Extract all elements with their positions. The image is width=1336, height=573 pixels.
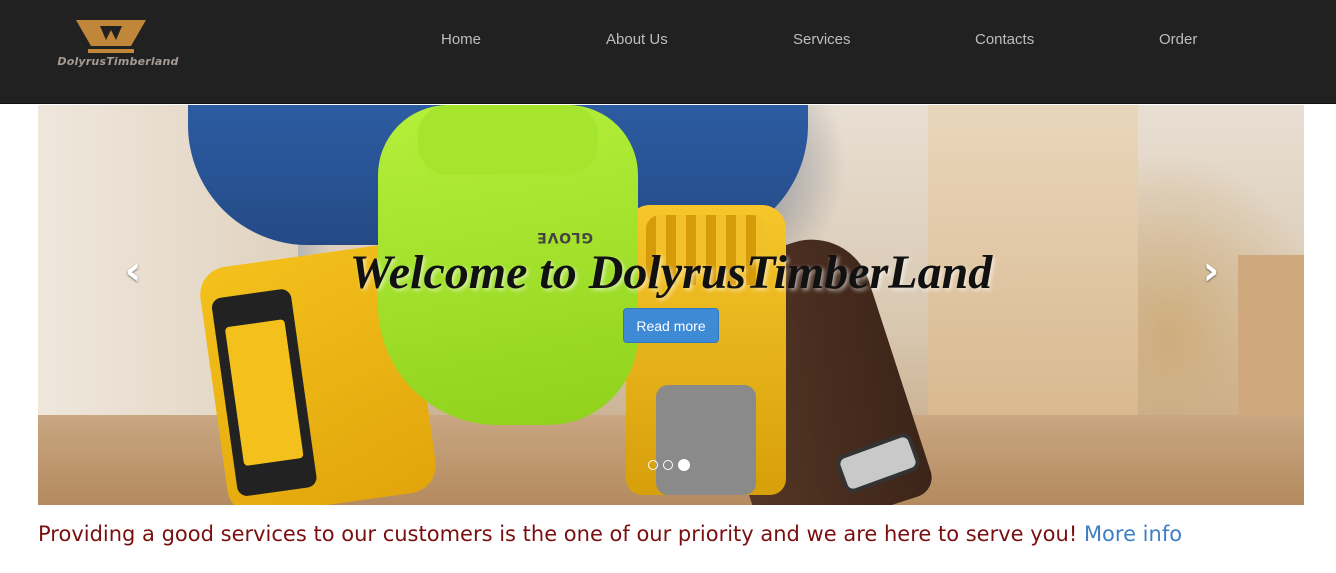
hero-title: Welcome to DolyrusTimberLand <box>349 246 993 299</box>
nav-order[interactable]: Order <box>1159 31 1197 48</box>
carousel-indicators <box>648 458 698 472</box>
carousel-prev-button[interactable]: ‹ <box>113 251 153 291</box>
drill-grip <box>656 385 756 495</box>
carousel-indicator-1[interactable] <box>648 460 658 470</box>
nav-services[interactable]: Services <box>793 31 851 48</box>
brand-logo[interactable]: DolyrusTimberland <box>52 20 184 72</box>
read-more-button[interactable]: Read more <box>623 308 719 343</box>
hero-carousel: GLOVE Welcome to DolyrusTimberLand Read … <box>38 105 1304 505</box>
chevron-left-icon: ‹ <box>124 248 142 294</box>
more-info-link[interactable]: More info <box>1084 522 1182 546</box>
carousel-indicator-2[interactable] <box>663 460 673 470</box>
carousel-caption: Welcome to DolyrusTimberLand <box>38 245 1304 300</box>
chevron-right-icon: › <box>1202 248 1220 294</box>
glove-print: GLOVE <box>536 229 593 245</box>
nav-home[interactable]: Home <box>441 31 481 48</box>
nav-about-us[interactable]: About Us <box>606 31 668 48</box>
top-navbar: DolyrusTimberland Home About Us Services… <box>0 0 1336 104</box>
tagline-text: Providing a good services to our custome… <box>38 522 1078 546</box>
nav-contacts[interactable]: Contacts <box>975 31 1034 48</box>
carousel-next-button[interactable]: › <box>1191 251 1231 291</box>
glove-cuff <box>418 105 598 175</box>
tagline: Providing a good services to our custome… <box>38 522 1182 546</box>
logo-mark-icon <box>76 20 146 53</box>
carousel-indicator-3[interactable] <box>678 459 690 471</box>
brand-name: DolyrusTimberland <box>57 55 179 68</box>
